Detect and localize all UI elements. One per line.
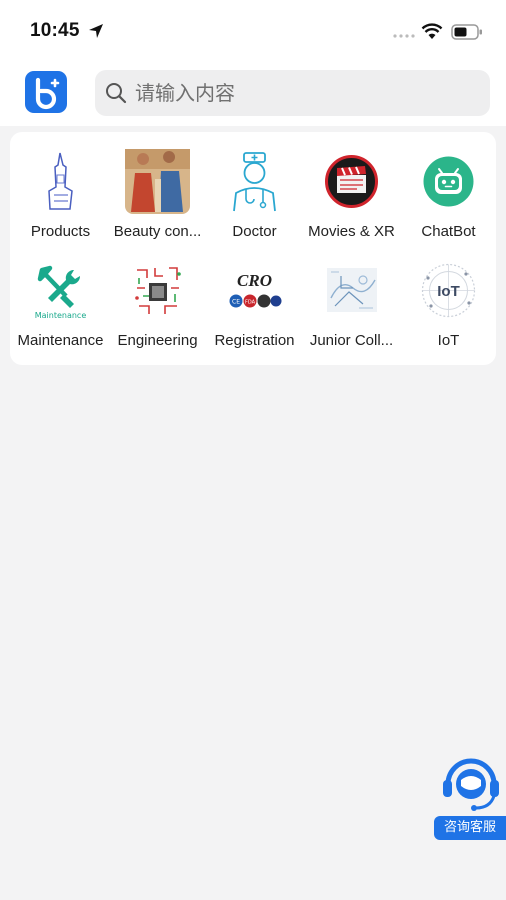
category-label: Doctor — [232, 223, 277, 240]
customer-service-label: 咨询客服 — [434, 816, 506, 840]
category-products[interactable]: Products — [12, 137, 109, 242]
iot-globe-thumbnail: IoT — [421, 263, 476, 318]
category-label: Movies & XR — [308, 223, 395, 240]
app-logo-icon[interactable] — [25, 71, 67, 113]
battery-icon — [451, 24, 482, 40]
svg-text:CE: CE — [232, 299, 240, 306]
sketch-drawing-thumbnail — [327, 268, 377, 312]
svg-text:Maintenance: Maintenance — [35, 311, 87, 320]
search-icon — [106, 83, 127, 104]
category-iot[interactable]: IoT IoT — [400, 246, 497, 351]
circuit-board-thumbnail — [135, 266, 181, 316]
category-engineering[interactable]: Engineering — [109, 246, 206, 351]
signal-dots-icon — [393, 34, 415, 38]
category-label: Products — [30, 223, 91, 240]
clapperboard-thumbnail — [325, 155, 378, 208]
category-label: Beauty con... — [113, 223, 202, 240]
category-label: IoT — [437, 332, 460, 349]
svg-text:IoT: IoT — [437, 283, 460, 300]
cro-certification-thumbnail: CRO CE FDA — [229, 271, 282, 308]
status-bar: 10:45 — [0, 0, 506, 62]
header — [0, 62, 506, 126]
category-label: Junior Coll... — [309, 332, 394, 349]
android-robot-thumbnail — [423, 156, 474, 207]
fresco-painting-thumbnail — [125, 149, 190, 214]
category-maintenance[interactable]: Maintenance Maintenance — [12, 246, 109, 351]
svg-text:FDA: FDA — [245, 300, 256, 306]
category-label: Engineering — [117, 332, 198, 349]
category-chatbot[interactable]: ChatBot — [400, 137, 497, 242]
svg-text:CRO: CRO — [237, 271, 272, 290]
category-beauty[interactable]: Beauty con... — [109, 137, 206, 242]
doctor-thumbnail — [233, 152, 276, 212]
wifi-icon — [421, 23, 443, 39]
maintenance-tools-thumbnail: Maintenance — [35, 265, 87, 320]
category-label: ChatBot — [421, 223, 476, 240]
search-input[interactable] — [135, 70, 475, 116]
category-label: Maintenance — [17, 332, 104, 349]
customer-service-headset-icon — [443, 758, 499, 811]
location-arrow-icon — [89, 24, 103, 38]
search-box[interactable] — [95, 70, 490, 116]
category-junior-college[interactable]: Junior Coll... — [303, 246, 400, 351]
category-movies-xr[interactable]: Movies & XR — [303, 137, 400, 242]
category-grid: Products Beauty con... Doctor Movies & X… — [10, 132, 496, 365]
customer-service-button[interactable]: 咨询客服 — [434, 750, 506, 842]
status-time: 10:45 — [30, 20, 80, 41]
category-registration[interactable]: CRO CE FDA Registration — [206, 246, 303, 351]
category-doctor[interactable]: Doctor — [206, 137, 303, 242]
chip-product-thumbnail — [48, 152, 73, 210]
category-label: Registration — [214, 332, 295, 349]
